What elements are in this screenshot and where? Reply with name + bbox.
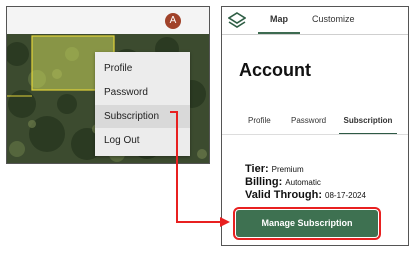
layers-logo-icon[interactable] [228, 12, 246, 30]
map-screenshot: A Profile Password Subscription Log Out [6, 6, 210, 164]
valid-through-row: Valid Through: 08-17-2024 [245, 189, 366, 201]
menu-item-profile[interactable]: Profile [95, 57, 190, 80]
tier-label: Tier: [245, 163, 269, 175]
subtab-divider [222, 134, 408, 135]
page-title: Account [239, 60, 311, 80]
tab-customize[interactable]: Customize [312, 7, 355, 34]
tab-map[interactable]: Map [258, 7, 300, 34]
top-nav: Map Customize [222, 7, 408, 35]
map-top-bar: A [7, 7, 209, 35]
valid-through-value: 08-17-2024 [325, 191, 366, 200]
menu-item-subscription[interactable]: Subscription [95, 105, 190, 128]
subtab-subscription[interactable]: Subscription [339, 111, 397, 135]
menu-item-password[interactable]: Password [95, 81, 190, 104]
billing-value: Automatic [285, 178, 321, 187]
user-dropdown-menu: Profile Password Subscription Log Out [95, 52, 190, 156]
billing-row: Billing: Automatic [245, 176, 321, 188]
tier-value: Premium [271, 165, 304, 174]
subtab-profile[interactable]: Profile [248, 111, 271, 135]
tier-row: Tier: Premium [245, 163, 304, 175]
menu-item-log-out[interactable]: Log Out [95, 129, 190, 152]
avatar[interactable]: A [165, 13, 181, 29]
subtab-password[interactable]: Password [291, 111, 326, 135]
billing-label: Billing: [245, 176, 283, 188]
manage-subscription-button[interactable]: Manage Subscription [233, 207, 381, 240]
account-panel: Map Customize Account Profile Password S… [221, 6, 409, 246]
valid-through-label: Valid Through: [245, 189, 322, 201]
